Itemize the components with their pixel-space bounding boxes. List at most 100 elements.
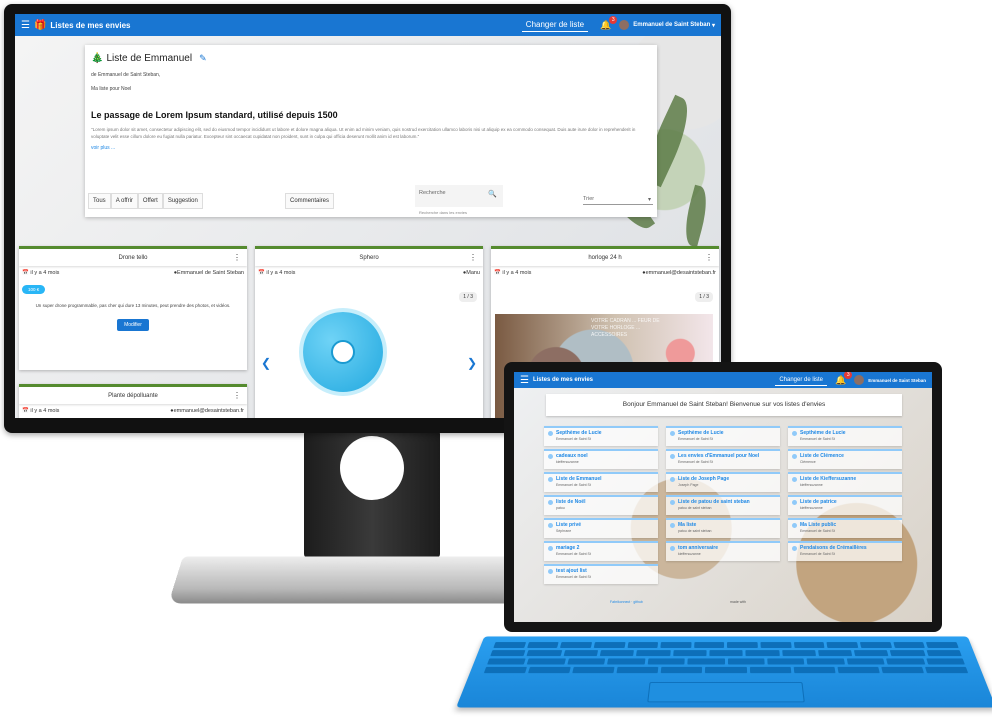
filter-to-offer[interactable]: A offrir	[110, 193, 138, 209]
clock-image-text: VOTRE CADRAN ... FEUR DE VOTRE HORLOGE .…	[591, 318, 660, 338]
list-tile-owner: patou de saint steban	[678, 529, 712, 533]
list-tile-name: mariage 2	[556, 545, 580, 551]
see-more-link[interactable]: voir plus ...	[91, 145, 651, 151]
list-tile[interactable]: Liste de Joseph Page Joseph Page	[666, 472, 780, 492]
list-tile[interactable]: Ma liste patou de saint steban	[666, 518, 780, 538]
list-icon	[670, 546, 675, 551]
gift-title: horloge 24 h	[588, 254, 622, 261]
list-tile[interactable]: Septhème de Lucie Emmanuel de Saint St	[544, 426, 658, 446]
more-vert-icon[interactable]: ⋮	[469, 253, 477, 262]
menu-icon[interactable]: ☰	[520, 375, 529, 386]
list-icon	[548, 523, 553, 528]
gift-owner: Emmanuel de Saint Steban	[177, 270, 244, 276]
search-hint: Recherche dans les envies	[419, 210, 468, 215]
list-tile[interactable]: Pendaisons de Crémaillères Emmanuel de Sa…	[788, 541, 902, 561]
list-tile[interactable]: mariage 2 Emmanuel de Saint St	[544, 541, 658, 561]
chevron-right-icon[interactable]: ❯	[467, 356, 477, 370]
more-vert-icon[interactable]: ⋮	[233, 391, 241, 400]
bell-icon[interactable]: 🔔 3	[600, 15, 618, 31]
list-tile[interactable]: Septhème de Lucie Emmanuel de Saint St	[666, 426, 780, 446]
comments-button[interactable]: Commentaires	[285, 193, 335, 209]
list-icon	[548, 546, 553, 551]
list-icon	[792, 546, 797, 551]
edit-button[interactable]: Modifier	[117, 319, 149, 331]
search-icon[interactable]: 🔍	[488, 190, 497, 198]
list-tile[interactable]: tom anniversaire kieffersuzanne	[666, 541, 780, 561]
welcome-banner: Bonjour Emmanuel de Saint Steban! Bienve…	[546, 394, 902, 416]
list-tile-owner: Emmanuel de Saint St	[800, 437, 835, 441]
list-tile[interactable]: Liste de Kieffersuzanne kieffersuzanne	[788, 472, 902, 492]
keyboard-cover	[456, 636, 992, 708]
gift-icon: 🎁	[33, 19, 47, 31]
bell-icon[interactable]: 🔔 3	[835, 372, 853, 386]
list-tile-owner: Clémence	[800, 460, 816, 464]
gift-date: il y a 4 mois	[30, 408, 60, 414]
list-tile-name: tom anniversaire	[678, 545, 719, 551]
trackpad	[647, 682, 805, 703]
monitor-stand-neck	[304, 430, 440, 558]
list-icon	[548, 500, 553, 505]
list-tile[interactable]: Liste de Emmanuel Emmanuel de Saint St	[544, 472, 658, 492]
list-tile[interactable]: Liste de patrice kieffersuzanne	[788, 495, 902, 515]
more-vert-icon[interactable]: ⋮	[705, 253, 713, 262]
more-vert-icon[interactable]: ⋮	[233, 253, 241, 262]
list-tile-owner: Joseph Page	[678, 483, 699, 487]
avatar[interactable]	[854, 375, 865, 385]
filter-suggestion[interactable]: Suggestion	[162, 193, 203, 209]
list-tile[interactable]: Les envies d'Emmanuel pour Noel Emmanuel …	[666, 449, 780, 469]
list-tile-name: cadeaux noel	[556, 453, 588, 459]
gift-date: il y a 4 mois	[30, 270, 60, 276]
menu-icon[interactable]: ☰	[21, 20, 30, 31]
list-tile-owner: patou de saint steban	[678, 506, 712, 510]
chevron-down-icon[interactable]: ▾	[710, 22, 715, 29]
list-tile[interactable]: Ma Liste public Emmanuel de Saint St	[788, 518, 902, 538]
list-tile-name: test ajout list	[556, 568, 587, 574]
list-tile[interactable]: Liste privé Séphrane	[544, 518, 658, 538]
footer-links[interactable]: Fabrikonnect · github	[610, 600, 643, 604]
gift-owner: emmanuel@desaintsteban.fr	[173, 408, 244, 414]
user-menu[interactable]: Emmanuel de Saint Steban	[633, 22, 710, 28]
list-title: Liste de Emmanuel	[106, 53, 193, 64]
list-subtitle: Ma liste pour Noel	[91, 86, 132, 92]
edit-icon[interactable]: ✎	[199, 53, 207, 64]
list-tile-owner: Emmanuel de Saint St	[556, 575, 591, 579]
tablet: ☰ Listes de mes envies Changer de liste …	[504, 362, 942, 632]
list-tile-owner: Emmanuel de Saint St	[678, 437, 713, 441]
list-tile-name: Ma Liste public	[800, 522, 837, 528]
list-tile-name: liste de Noël	[556, 499, 586, 505]
list-tile-owner: Emmanuel de Saint St	[556, 483, 591, 487]
footer-credit: made with	[730, 600, 746, 604]
change-list-button[interactable]: Changer de liste	[775, 375, 828, 386]
app-bar: ☰ Listes de mes envies Changer de liste …	[514, 372, 932, 388]
list-tile-owner: Emmanuel de Saint St	[800, 552, 835, 556]
gift-description: Un super drone programmable, pas cher qu…	[35, 303, 231, 308]
list-tile-owner: Séphrane	[556, 529, 572, 533]
list-tile[interactable]: Liste de Clémence Clémence	[788, 449, 902, 469]
chevron-left-icon[interactable]: ❮	[261, 356, 271, 370]
list-tile-name: Liste de patou de saint steban	[678, 499, 750, 505]
list-tile[interactable]: cadeaux noel kieffersuzanne	[544, 449, 658, 469]
list-tile-name: Liste de patrice	[800, 499, 837, 505]
search-input[interactable]: Recherche 🔍	[415, 185, 503, 207]
gift-card: Sphero ⋮ 📅 il y a 4 mois ●Manu 1 / 3 ❮ ❯	[255, 246, 483, 418]
list-tile[interactable]: liste de Noël patou	[544, 495, 658, 515]
list-tile-owner: Emmanuel de Saint St	[556, 552, 591, 556]
change-list-button[interactable]: Changer de liste	[521, 18, 589, 32]
filter-offered[interactable]: Offert	[137, 193, 163, 209]
filter-all[interactable]: Tous	[88, 193, 111, 209]
list-tile-owner: patou	[556, 506, 565, 510]
gift-title: Sphero	[359, 254, 379, 261]
app-title: Listes de mes envies	[50, 20, 131, 30]
list-icon	[792, 477, 797, 482]
gift-date: il y a 4 mois	[502, 270, 532, 276]
search-placeholder: Recherche	[419, 190, 446, 196]
user-menu[interactable]: Emmanuel de Saint Steban	[868, 378, 926, 383]
sort-select[interactable]: Trier	[583, 196, 653, 205]
list-tile[interactable]: Septhème de Lucie Emmanuel de Saint St	[788, 426, 902, 446]
list-tile[interactable]: test ajout list Emmanuel de Saint St	[544, 564, 658, 584]
avatar[interactable]	[619, 20, 630, 30]
list-icon	[670, 500, 675, 505]
tree-icon: 🎄	[91, 53, 104, 64]
list-tile[interactable]: Liste de patou de saint steban patou de s…	[666, 495, 780, 515]
list-tile-name: Septhème de Lucie	[556, 430, 602, 436]
